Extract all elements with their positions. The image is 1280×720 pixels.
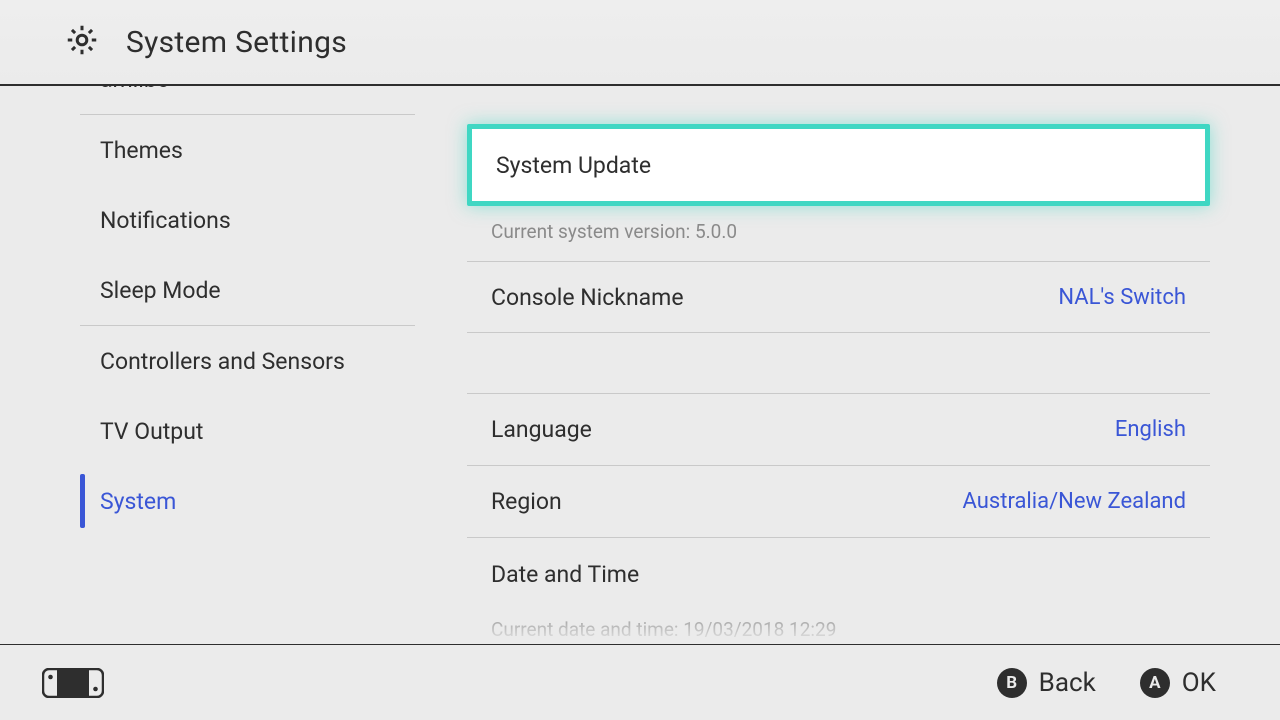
body: amiibo Themes Notifications Sleep Mode C… (0, 86, 1280, 644)
row-label: Console Nickname (491, 284, 684, 311)
current-datetime-text: Current date and time: 19/03/2018 12:29 (467, 610, 1210, 644)
row-label: Region (491, 488, 562, 515)
row-system-update[interactable]: System Update (467, 124, 1210, 206)
back-label: Back (1039, 668, 1096, 698)
spacer (467, 332, 1210, 394)
sidebar-item-themes[interactable]: Themes (80, 115, 415, 185)
sidebar-item-amiibo[interactable]: amiibo (80, 86, 415, 114)
row-label: System Update (496, 152, 651, 179)
sidebar: amiibo Themes Notifications Sleep Mode C… (0, 86, 415, 644)
row-value: Australia/New Zealand (963, 489, 1186, 514)
console-icon[interactable] (42, 668, 104, 698)
back-button[interactable]: B Back (997, 668, 1096, 698)
row-value: English (1115, 417, 1186, 442)
content-pane: System Update Current system version: 5.… (415, 86, 1280, 644)
row-label: Language (491, 416, 592, 443)
footer-buttons: B Back A OK (997, 668, 1216, 698)
sidebar-item-controllers[interactable]: Controllers and Sensors (80, 326, 415, 396)
row-region[interactable]: Region Australia/New Zealand (467, 466, 1210, 538)
page-title: System Settings (126, 25, 347, 60)
sidebar-item-notifications[interactable]: Notifications (80, 185, 415, 255)
b-glyph: B (997, 668, 1027, 698)
ok-button[interactable]: A OK (1140, 668, 1216, 698)
row-value: NAL's Switch (1058, 285, 1186, 310)
row-console-nickname[interactable]: Console Nickname NAL's Switch (467, 261, 1210, 333)
row-label: Date and Time (491, 561, 639, 588)
header: System Settings (0, 0, 1280, 86)
sidebar-item-sleep-mode[interactable]: Sleep Mode (80, 255, 415, 325)
gear-icon (64, 22, 100, 62)
a-glyph: A (1140, 668, 1170, 698)
sidebar-item-tv-output[interactable]: TV Output (80, 396, 415, 466)
row-date-and-time[interactable]: Date and Time (467, 538, 1210, 610)
footer: B Back A OK (0, 644, 1280, 720)
system-version-text: Current system version: 5.0.0 (467, 212, 1210, 261)
ok-label: OK (1182, 668, 1216, 698)
row-language[interactable]: Language English (467, 394, 1210, 466)
sidebar-item-system[interactable]: System (80, 466, 415, 536)
